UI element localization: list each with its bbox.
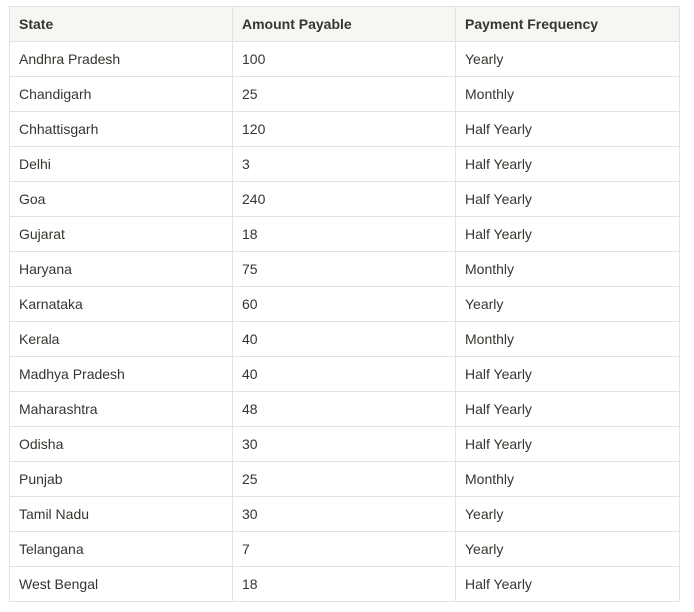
table-row: Maharashtra 48 Half Yearly xyxy=(9,391,680,427)
cell-payment-frequency[interactable]: Half Yearly xyxy=(455,216,680,252)
table-row: Gujarat 18 Half Yearly xyxy=(9,216,680,252)
table-row: Tamil Nadu 30 Yearly xyxy=(9,496,680,532)
cell-state[interactable]: Tamil Nadu xyxy=(9,496,233,532)
cell-payment-frequency[interactable]: Yearly xyxy=(455,531,680,567)
cell-state[interactable]: Goa xyxy=(9,181,233,217)
cell-state[interactable]: Madhya Pradesh xyxy=(9,356,233,392)
cell-state[interactable]: Gujarat xyxy=(9,216,233,252)
cell-state[interactable]: Telangana xyxy=(9,531,233,567)
cell-payment-frequency[interactable]: Half Yearly xyxy=(455,111,680,147)
cell-payment-frequency[interactable]: Monthly xyxy=(455,321,680,357)
cell-amount-payable[interactable]: 75 xyxy=(232,251,456,287)
cell-payment-frequency[interactable]: Half Yearly xyxy=(455,356,680,392)
table-row: Odisha 30 Half Yearly xyxy=(9,426,680,462)
column-header-amount-payable[interactable]: Amount Payable xyxy=(232,6,456,42)
cell-state[interactable]: Delhi xyxy=(9,146,233,182)
cell-amount-payable[interactable]: 100 xyxy=(232,41,456,77)
table-row: West Bengal 18 Half Yearly xyxy=(9,566,680,602)
cell-amount-payable[interactable]: 7 xyxy=(232,531,456,567)
column-header-state[interactable]: State xyxy=(9,6,233,42)
table-row: Madhya Pradesh 40 Half Yearly xyxy=(9,356,680,392)
cell-state[interactable]: Andhra Pradesh xyxy=(9,41,233,77)
table-row: Andhra Pradesh 100 Yearly xyxy=(9,41,680,77)
cell-amount-payable[interactable]: 25 xyxy=(232,461,456,497)
cell-amount-payable[interactable]: 3 xyxy=(232,146,456,182)
table-row: Telangana 7 Yearly xyxy=(9,531,680,567)
cell-payment-frequency[interactable]: Half Yearly xyxy=(455,391,680,427)
cell-state[interactable]: West Bengal xyxy=(9,566,233,602)
cell-amount-payable[interactable]: 120 xyxy=(232,111,456,147)
table-row: Delhi 3 Half Yearly xyxy=(9,146,680,182)
cell-payment-frequency[interactable]: Yearly xyxy=(455,286,680,322)
cell-state[interactable]: Kerala xyxy=(9,321,233,357)
table-row: Goa 240 Half Yearly xyxy=(9,181,680,217)
cell-amount-payable[interactable]: 240 xyxy=(232,181,456,217)
cell-state[interactable]: Karnataka xyxy=(9,286,233,322)
cell-payment-frequency[interactable]: Yearly xyxy=(455,41,680,77)
cell-payment-frequency[interactable]: Yearly xyxy=(455,496,680,532)
cell-state[interactable]: Haryana xyxy=(9,251,233,287)
state-payment-table: State Amount Payable Payment Frequency A… xyxy=(9,6,680,602)
cell-amount-payable[interactable]: 25 xyxy=(232,76,456,112)
cell-state[interactable]: Chhattisgarh xyxy=(9,111,233,147)
cell-payment-frequency[interactable]: Monthly xyxy=(455,461,680,497)
cell-state[interactable]: Chandigarh xyxy=(9,76,233,112)
cell-amount-payable[interactable]: 60 xyxy=(232,286,456,322)
table-row: Kerala 40 Monthly xyxy=(9,321,680,357)
header-row: State Amount Payable Payment Frequency xyxy=(9,6,680,42)
table-row: Punjab 25 Monthly xyxy=(9,461,680,497)
table-row: Chhattisgarh 120 Half Yearly xyxy=(9,111,680,147)
table-body: Andhra Pradesh 100 Yearly Chandigarh 25 … xyxy=(9,41,680,602)
cell-amount-payable[interactable]: 18 xyxy=(232,566,456,602)
cell-payment-frequency[interactable]: Monthly xyxy=(455,76,680,112)
table-row: Karnataka 60 Yearly xyxy=(9,286,680,322)
cell-amount-payable[interactable]: 18 xyxy=(232,216,456,252)
cell-payment-frequency[interactable]: Half Yearly xyxy=(455,566,680,602)
cell-payment-frequency[interactable]: Half Yearly xyxy=(455,426,680,462)
cell-amount-payable[interactable]: 30 xyxy=(232,426,456,462)
cell-state[interactable]: Maharashtra xyxy=(9,391,233,427)
cell-amount-payable[interactable]: 48 xyxy=(232,391,456,427)
cell-amount-payable[interactable]: 30 xyxy=(232,496,456,532)
cell-payment-frequency[interactable]: Half Yearly xyxy=(455,181,680,217)
cell-state[interactable]: Punjab xyxy=(9,461,233,497)
cell-payment-frequency[interactable]: Half Yearly xyxy=(455,146,680,182)
cell-state[interactable]: Odisha xyxy=(9,426,233,462)
table-row: Haryana 75 Monthly xyxy=(9,251,680,287)
table-row: Chandigarh 25 Monthly xyxy=(9,76,680,112)
column-header-payment-frequency[interactable]: Payment Frequency xyxy=(455,6,680,42)
data-table-container: State Amount Payable Payment Frequency A… xyxy=(9,6,680,602)
cell-payment-frequency[interactable]: Monthly xyxy=(455,251,680,287)
cell-amount-payable[interactable]: 40 xyxy=(232,321,456,357)
table-header: State Amount Payable Payment Frequency xyxy=(9,6,680,42)
cell-amount-payable[interactable]: 40 xyxy=(232,356,456,392)
